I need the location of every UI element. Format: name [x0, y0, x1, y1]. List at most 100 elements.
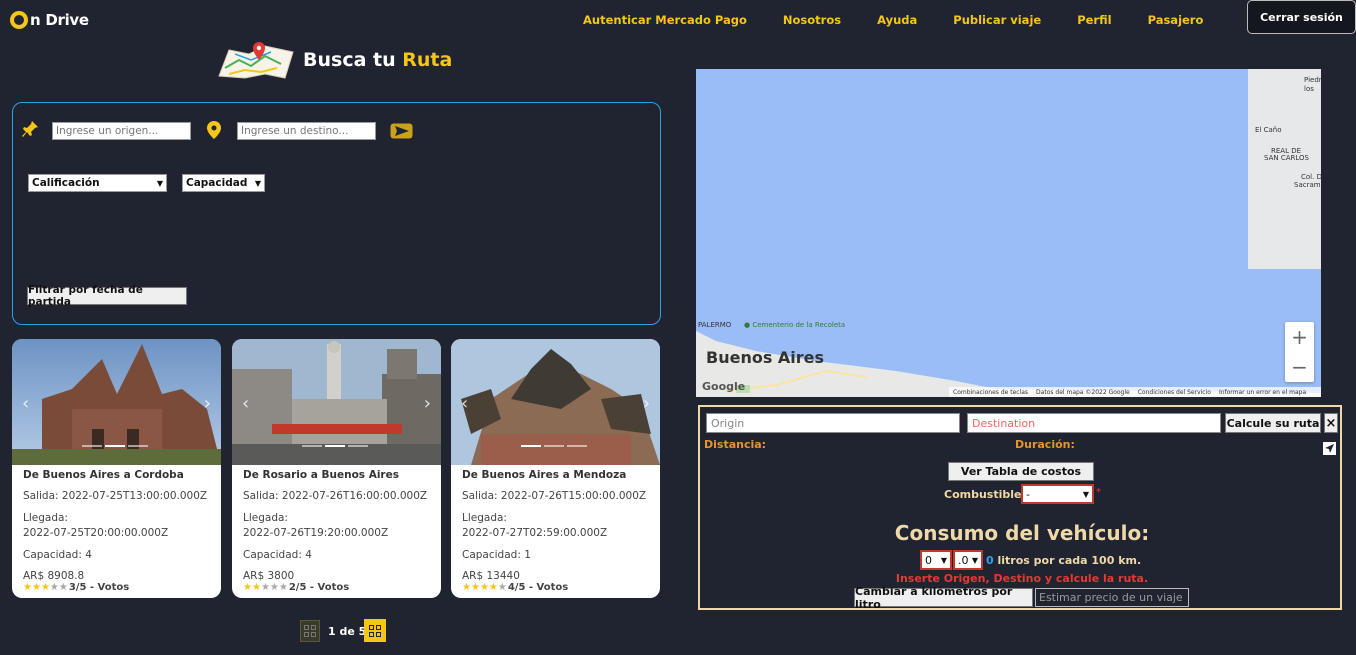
top-nav: Autenticar Mercado Pago Nosotros Ayuda P…: [583, 13, 1203, 27]
brand-logo[interactable]: n Drive: [10, 11, 89, 29]
chevron-down-icon: ▼: [1082, 489, 1089, 499]
attr-data: Datos del mapa ©2022 Google: [1036, 388, 1130, 396]
distance-label: Distancia:: [704, 438, 767, 451]
star-filled-icon: ★: [40, 582, 50, 593]
consumption-integer-select[interactable]: 0 ▼: [920, 550, 952, 570]
trip-capacity: Capacidad: 1: [462, 549, 531, 561]
carousel-indicators[interactable]: [82, 445, 148, 447]
calc-destination-input[interactable]: Destination: [967, 413, 1221, 433]
pagination-prev-button[interactable]: [300, 620, 320, 642]
nav-nosotros[interactable]: Nosotros: [783, 13, 841, 27]
send-search-icon[interactable]: [390, 123, 413, 139]
trip-price: AR$ 8908.8: [23, 570, 85, 582]
trip-arrival-label: Llegada:: [462, 512, 507, 524]
star-rating-icon: ★★★★★: [462, 582, 507, 593]
pagination-next-button[interactable]: [364, 619, 386, 642]
trip-rating: ★★★★★ 2/5 - Votos: [243, 582, 349, 593]
map-label: Col. D: [1301, 173, 1321, 181]
carousel-prev-icon[interactable]: ‹: [22, 393, 29, 414]
filter-date-button[interactable]: Filtrar por fecha de partida: [27, 284, 187, 308]
map-label-cementerio: ● Cementerio de la Recoleta: [744, 321, 846, 329]
hero-heading: Busca tu Ruta: [215, 40, 452, 80]
map-label: los: [1304, 85, 1314, 93]
trip-route: De Buenos Aires a Cordoba: [23, 469, 184, 481]
trip-capacity: Capacidad: 4: [243, 549, 312, 561]
trip-votes: 4/5 - Votos: [507, 582, 569, 593]
trip-capacity: Capacidad: 4: [23, 549, 92, 561]
trip-arrival-label: Llegada:: [23, 512, 68, 524]
trip-route: De Buenos Aires a Mendoza: [462, 469, 627, 481]
pushpin-icon: [22, 121, 38, 137]
trip-departure: Salida: 2022-07-26T15:00:00.000Z: [462, 490, 647, 502]
destination-search-input[interactable]: Ingrese un destino...: [237, 122, 376, 140]
consumption-decimal-select[interactable]: .0 ▼: [953, 550, 983, 570]
carousel-next-icon[interactable]: ›: [204, 393, 211, 414]
route-map[interactable]: Piedr los El Caño REAL DE SAN CARLOS Col…: [696, 69, 1321, 397]
google-logo: Google: [702, 380, 746, 393]
required-marker: *: [1096, 487, 1101, 498]
navigation-arrow-icon[interactable]: [1323, 442, 1336, 455]
attr-terms[interactable]: Condiciones del Servicio: [1138, 389, 1211, 396]
trip-arrival: 2022-07-25T20:00:00.000Z: [23, 527, 169, 539]
carousel-prev-icon[interactable]: ‹: [242, 393, 249, 414]
star-filled-icon: ★: [479, 582, 489, 593]
fuel-select[interactable]: - ▼: [1021, 484, 1094, 504]
switch-km-per-liter-button[interactable]: Cambiar a kilómetros por litro: [854, 585, 1033, 611]
nav-ayuda[interactable]: Ayuda: [877, 13, 917, 27]
nav-pasajero[interactable]: Pasajero: [1148, 13, 1204, 27]
close-icon[interactable]: ×: [1324, 413, 1338, 433]
star-empty-icon: ★: [269, 582, 279, 593]
star-filled-icon: ★: [488, 582, 498, 593]
zoom-out-button[interactable]: −: [1285, 352, 1314, 382]
origin-search-input[interactable]: Ingrese un origen...: [52, 122, 191, 140]
attr-report[interactable]: Informar un error en el mapa: [1219, 389, 1306, 396]
trip-arrival: 2022-07-27T02:59:00.000Z: [462, 527, 608, 539]
star-rating-icon: ★★★★★: [243, 582, 288, 593]
logout-button[interactable]: Cerrar sesión: [1247, 0, 1356, 34]
zoom-in-button[interactable]: +: [1285, 322, 1314, 352]
pagination-next-icon: [369, 624, 381, 637]
calculate-route-button[interactable]: Calcule su ruta: [1225, 413, 1321, 433]
attr-shortcuts[interactable]: Combinaciones de teclas: [953, 389, 1028, 396]
carousel-indicators[interactable]: [302, 445, 368, 447]
trip-price: AR$ 13440: [462, 570, 520, 582]
calc-origin-input[interactable]: Origin: [706, 413, 960, 433]
carousel-indicators[interactable]: [521, 445, 587, 447]
map-attribution: Combinaciones de teclas Datos del mapa ©…: [949, 387, 1321, 397]
hero-title-part1: Busca tu: [303, 49, 403, 71]
chevron-down-icon: ▼: [254, 178, 261, 188]
liters-text: litros por cada 100 km.: [993, 554, 1142, 567]
star-empty-icon: ★: [497, 582, 507, 593]
map-label: PALERMO: [698, 321, 732, 329]
carousel-next-icon[interactable]: ›: [643, 393, 650, 414]
trip-card[interactable]: ‹ › De Buenos Aires a Mendoza Salida: 20…: [451, 339, 660, 598]
nav-perfil[interactable]: Perfil: [1077, 13, 1111, 27]
estimate-price-input[interactable]: Estimar precio de un viaje: [1035, 588, 1189, 607]
error-message: Inserte Origen, Destino y calcule la rut…: [895, 572, 1149, 585]
chevron-down-icon: ▼: [971, 555, 978, 565]
carousel-next-icon[interactable]: ›: [424, 393, 431, 414]
chevron-down-icon: ▼: [940, 555, 947, 565]
logo-suffix: Drive: [45, 11, 89, 29]
star-filled-icon: ★: [243, 582, 252, 593]
nav-publicar-viaje[interactable]: Publicar viaje: [953, 13, 1041, 27]
nav-mercado-pago[interactable]: Autenticar Mercado Pago: [583, 13, 747, 27]
logo-icon: [10, 11, 28, 29]
chevron-down-icon: ▼: [156, 178, 163, 188]
cost-table-button[interactable]: Ver Tabla de costos: [948, 462, 1094, 481]
liters-readout: 0 litros por cada 100 km.: [986, 554, 1141, 567]
pagination-prev-icon: [304, 625, 316, 637]
trip-card[interactable]: ‹ › De Buenos Aires a Cordoba Salida: 20…: [12, 339, 221, 598]
star-empty-icon: ★: [58, 582, 68, 593]
carousel-prev-icon[interactable]: ‹: [461, 393, 468, 414]
trip-votes: 2/5 - Votos: [288, 582, 350, 593]
trip-card[interactable]: ‹ › De Rosario a Buenos Aires Salida: 20…: [232, 339, 441, 598]
rating-select[interactable]: Calificación ▼: [28, 174, 167, 192]
capacity-select[interactable]: Capacidad ▼: [182, 174, 265, 192]
star-empty-icon: ★: [49, 582, 59, 593]
trip-route: De Rosario a Buenos Aires: [243, 469, 399, 481]
map-zoom-control: + −: [1285, 322, 1314, 382]
search-panel: Ingrese un origen... Ingrese un destino.…: [12, 102, 661, 325]
star-empty-icon: ★: [260, 582, 270, 593]
star-empty-icon: ★: [278, 582, 288, 593]
